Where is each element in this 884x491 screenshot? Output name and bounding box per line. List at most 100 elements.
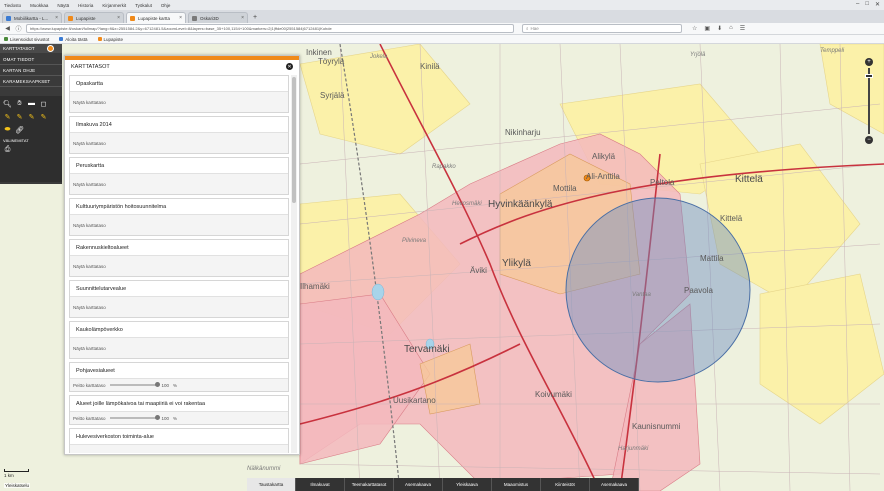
tab-label: Oskari3D [200, 15, 219, 21]
zoom-slider-knob[interactable] [865, 74, 873, 78]
layer-item[interactable]: Kulttuuriympäristön hoitosuunnitelma Näyt… [69, 198, 289, 236]
layer-group-tab[interactable]: Taustakartta [247, 478, 296, 491]
measure-area-icon[interactable]: ✎ [15, 112, 24, 121]
home-icon[interactable]: ⌂ [729, 25, 733, 32]
show-layer-link[interactable]: Näytä karttataso [70, 297, 288, 317]
layer-name[interactable]: Peruskartta [70, 158, 288, 174]
layer-name[interactable]: Hulevesiverkoston toiminta-alue [70, 429, 288, 445]
sidebar-karttatasot[interactable]: KARTTATASOT [0, 44, 62, 53]
menu-item[interactable]: Tiedosto [4, 3, 21, 8]
browser-tab[interactable]: Oskari3D × [188, 12, 248, 23]
opacity-slider[interactable] [109, 415, 160, 420]
menu-item[interactable]: Työkalut [135, 3, 152, 8]
show-layer-link[interactable]: Näytä karttataso [70, 215, 288, 235]
place-name-label: Nälkänummi [247, 466, 281, 472]
layer-item[interactable]: Peruskartta Näytä karttataso [69, 157, 289, 195]
pan-hand-icon[interactable]: ✋︎ [15, 99, 24, 108]
print-icon[interactable]: ⎙ [3, 145, 12, 154]
layer-group-tab[interactable]: Kiinteistöt [541, 478, 590, 491]
opacity-slider[interactable] [109, 382, 160, 387]
layer-group-tab[interactable]: Maaomistus [492, 478, 541, 491]
show-layer-link[interactable]: Näytä karttataso [70, 256, 288, 276]
show-layer-link[interactable]: Näytä karttataso [70, 92, 288, 112]
layer-name[interactable]: Rakennuskieltoalueet [70, 240, 288, 256]
sidebar-item[interactable]: KARTAN OHJE [0, 65, 62, 76]
layer-item[interactable]: Hulevesiverkoston toiminta-alueNäytä kar… [69, 428, 289, 453]
browser-tab[interactable]: Lupapiste kartta × [126, 12, 186, 23]
minimize-icon[interactable]: – [856, 1, 859, 8]
layer-name[interactable]: Pohjavesialueet [70, 363, 288, 379]
bookmark-star-icon[interactable]: ☆ [692, 25, 697, 32]
layer-item[interactable]: Opaskartta Näytä karttataso [69, 75, 289, 113]
browser-tab[interactable]: Mobiilikartta - L... × [2, 12, 62, 23]
menu-icon[interactable]: ☰ [740, 25, 745, 32]
maximize-icon[interactable]: □ [865, 1, 869, 8]
close-tab-icon[interactable]: × [179, 15, 182, 21]
layer-item[interactable]: Suunnittelutarvealue Näytä karttataso [69, 280, 289, 318]
layer-name[interactable]: Kulttuuriympäristön hoitosuunnitelma [70, 199, 288, 215]
place-name-label: Uusikartano [393, 396, 436, 405]
layer-group-tab[interactable]: Asemakaava [590, 478, 639, 491]
layer-group-tab[interactable]: Ilmakuvat [296, 478, 345, 491]
reader-icon[interactable]: ▣ [704, 25, 710, 32]
info-icon[interactable]: ⓘ [15, 24, 22, 33]
zoom-in-button[interactable]: + [865, 58, 873, 66]
new-tab-button[interactable]: + [250, 12, 260, 23]
place-name-label: Harjunmäki [618, 446, 649, 452]
layer-item[interactable]: Ilmakuva 2014 Näytä karttataso [69, 116, 289, 154]
layer-name[interactable]: Ilmakuva 2014 [70, 117, 288, 133]
close-tab-icon[interactable]: × [117, 15, 120, 21]
close-icon[interactable]: ✕ [286, 63, 293, 70]
layer-item[interactable]: Rakennuskieltoalueet Näytä karttataso [69, 239, 289, 277]
browser-tab[interactable]: Lupapiste × [64, 12, 124, 23]
tab-label: Lupapiste kartta [138, 15, 171, 21]
close-tab-icon[interactable]: × [241, 15, 244, 21]
layer-item[interactable]: Pohjavesialueet Peitto karttataso 100% [69, 362, 289, 392]
menu-item[interactable]: Muokkaa [30, 3, 48, 8]
show-layer-link[interactable]: Näytä karttataso [70, 133, 288, 153]
close-tab-icon[interactable]: × [55, 15, 58, 21]
zoom-icon[interactable]: 🔍︎ [3, 99, 12, 108]
sidebar-item[interactable]: OMAT TIEDOT [0, 54, 62, 65]
show-layer-link[interactable]: Näytä karttataso [70, 445, 288, 454]
layer-group-tab[interactable]: Teemakarttatasot [345, 478, 394, 491]
draw-area-icon[interactable]: ⬬ [3, 125, 12, 134]
bookmark-item[interactable]: Aloita tästä [59, 37, 88, 42]
measure-line-icon[interactable]: ✎ [3, 112, 12, 121]
link-icon[interactable]: 🔗︎ [15, 125, 24, 134]
layer-group-tab[interactable]: Yleiskaava [443, 478, 492, 491]
layer-name[interactable]: Opaskartta [70, 76, 288, 92]
draw-line-icon[interactable]: ✎ [39, 112, 48, 121]
menu-item[interactable]: Kirjanmerkit [102, 3, 126, 8]
zoom-out-button[interactable]: − [865, 136, 873, 144]
draw-point-icon[interactable]: ✎ [27, 112, 36, 121]
address-bar[interactable]: https://www.lupapiste.fi/oskari/fullmap/… [26, 24, 514, 33]
place-name-label: Ali-Anttila [586, 172, 620, 181]
scrollbar-thumb[interactable] [292, 77, 296, 203]
layer-item[interactable]: Kaukolämpöverkko Näytä karttataso [69, 321, 289, 359]
close-window-icon[interactable]: ✕ [875, 1, 880, 8]
panel-scrollbar[interactable] [291, 75, 297, 453]
bookmark-item[interactable]: Lisensoidut sivustot [4, 37, 49, 42]
minus-icon[interactable]: ▬ [27, 99, 36, 108]
layer-name[interactable]: Kaukolämpöverkko [70, 322, 288, 338]
bookmark-item[interactable]: Lupapiste [97, 37, 123, 42]
back-icon[interactable]: ◀ [4, 25, 11, 32]
square-icon[interactable]: ◻ [39, 99, 48, 108]
show-layer-link[interactable]: Näytä karttataso [70, 174, 288, 194]
show-layer-link[interactable]: Näytä karttataso [70, 338, 288, 358]
layer-group-tab[interactable]: Asemakaava [394, 478, 443, 491]
layer-name[interactable]: Suunnittelutarvealue [70, 281, 288, 297]
opacity-slider-knob[interactable] [154, 415, 160, 420]
map-info-text: Yleiskatselu [4, 483, 31, 488]
zoom-slider[interactable] [865, 68, 873, 134]
download-icon[interactable]: ⬇ [717, 25, 722, 32]
menu-item[interactable]: Näytä [57, 3, 69, 8]
menu-item[interactable]: Ohje [161, 3, 171, 8]
browser-search-input[interactable]: ⌕ Hae [522, 24, 682, 33]
sidebar-item[interactable]: KARAMEKSAAPKSET [0, 76, 62, 87]
layer-name[interactable]: Alueet joille lämpökaivoa tai maapiiriä … [70, 396, 288, 412]
layer-item[interactable]: Alueet joille lämpökaivoa tai maapiiriä … [69, 395, 289, 425]
menu-item[interactable]: Historia [78, 3, 93, 8]
opacity-slider-knob[interactable] [154, 382, 160, 387]
